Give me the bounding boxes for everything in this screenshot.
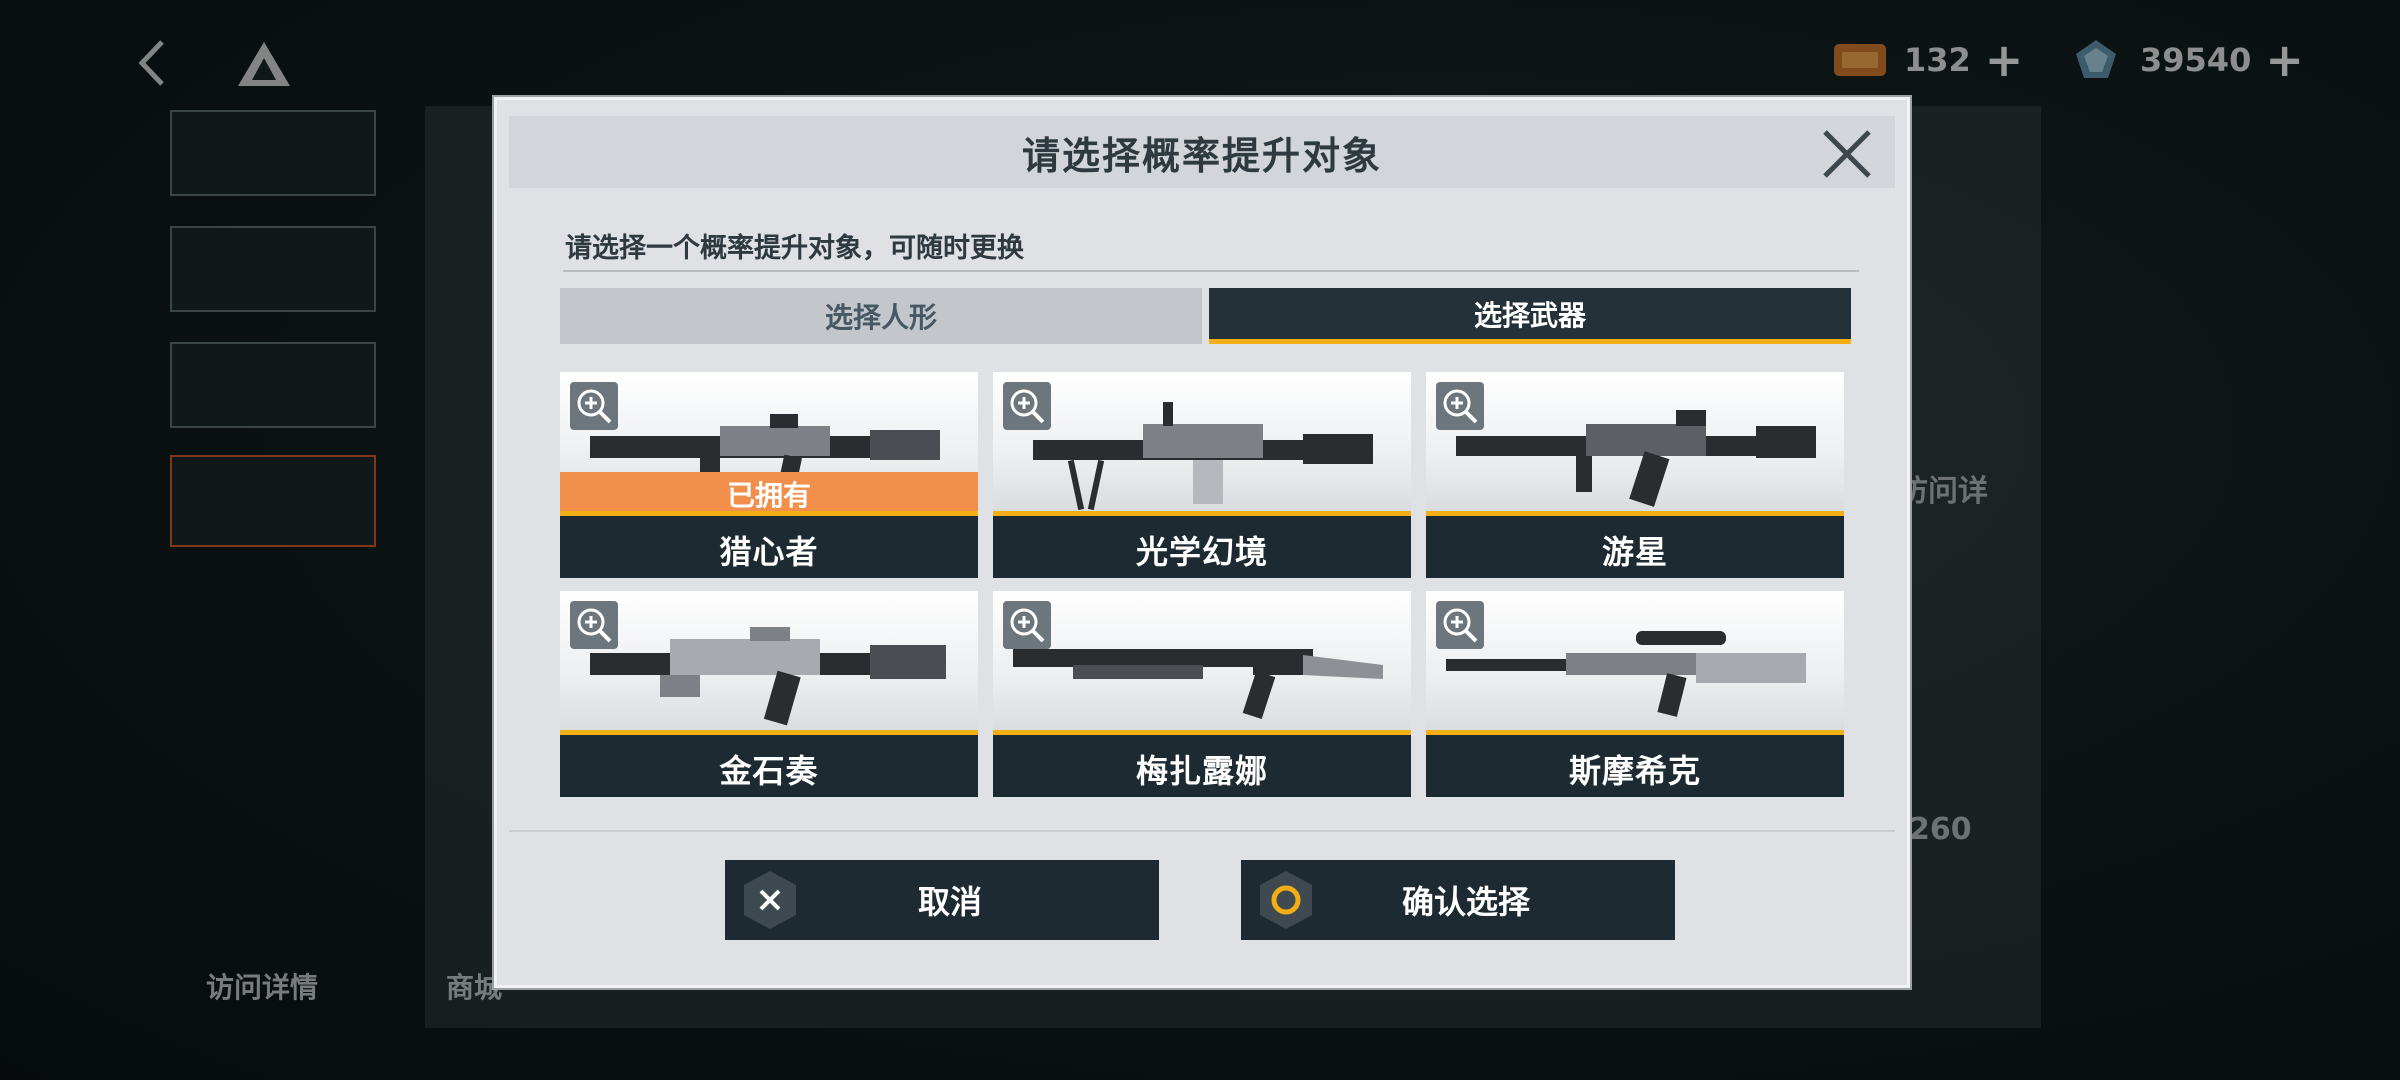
weapon-image [1426,372,1844,516]
zoom-in-icon[interactable] [570,382,618,430]
carbine-icon [590,627,946,726]
weapon-card-6[interactable]: 斯摩希克 [1426,591,1844,797]
cancel-button[interactable]: 取消 [725,860,1159,940]
rifle-icon [1456,410,1816,507]
weapon-image: 已拥有 [560,372,978,516]
divider [563,270,1859,272]
weapon-card-5[interactable]: 梅扎露娜 [993,591,1411,797]
owned-badge: 已拥有 [560,472,978,516]
weapon-image [993,372,1411,516]
weapon-name: 光学幻境 [1135,532,1268,571]
boost-target-modal: 请选择概率提升对象 请选择一个概率提升对象，可随时更换 选择人形 选择武器 已拥… [494,97,1910,988]
modal-subtitle: 请选择一个概率提升对象，可随时更换 [565,233,1024,264]
confirm-button[interactable]: 确认选择 [1241,860,1675,940]
weapon-image [1426,591,1844,735]
circle-icon [1260,871,1312,929]
zoom-in-icon[interactable] [570,601,618,649]
machine-gun-icon [1033,402,1373,510]
weapon-name: 斯摩希克 [1568,751,1701,790]
zoom-in-icon[interactable] [1003,601,1051,649]
close-icon[interactable] [1819,126,1875,182]
cancel-label: 取消 [917,883,982,921]
tab-select-weapon[interactable]: 选择武器 [1209,288,1851,344]
shotgun-icon [1013,649,1383,720]
weapon-image [993,591,1411,735]
weapon-card-4[interactable]: 金石奏 [560,591,978,797]
zoom-in-icon[interactable] [1436,382,1484,430]
weapon-image [560,591,978,735]
weapon-card-2[interactable]: 光学幻境 [993,372,1411,578]
weapon-card-1[interactable]: 已拥有 猎心者 [560,372,978,578]
zoom-in-icon[interactable] [1003,382,1051,430]
weapon-name: 游星 [1601,532,1668,571]
sniper-rifle-icon [1446,631,1806,717]
modal-title: 请选择概率提升对象 [1021,133,1382,178]
weapon-name: 猎心者 [719,532,819,571]
weapon-card-3[interactable]: 游星 [1426,372,1844,578]
cross-icon [744,871,796,929]
footer-divider [509,830,1895,832]
weapon-name: 金石奏 [719,751,819,790]
weapon-name: 梅扎露娜 [1135,751,1268,790]
zoom-in-icon[interactable] [1436,601,1484,649]
tab-select-character[interactable]: 选择人形 [560,288,1202,344]
confirm-label: 确认选择 [1401,883,1530,921]
modal-header: 请选择概率提升对象 [509,116,1895,188]
